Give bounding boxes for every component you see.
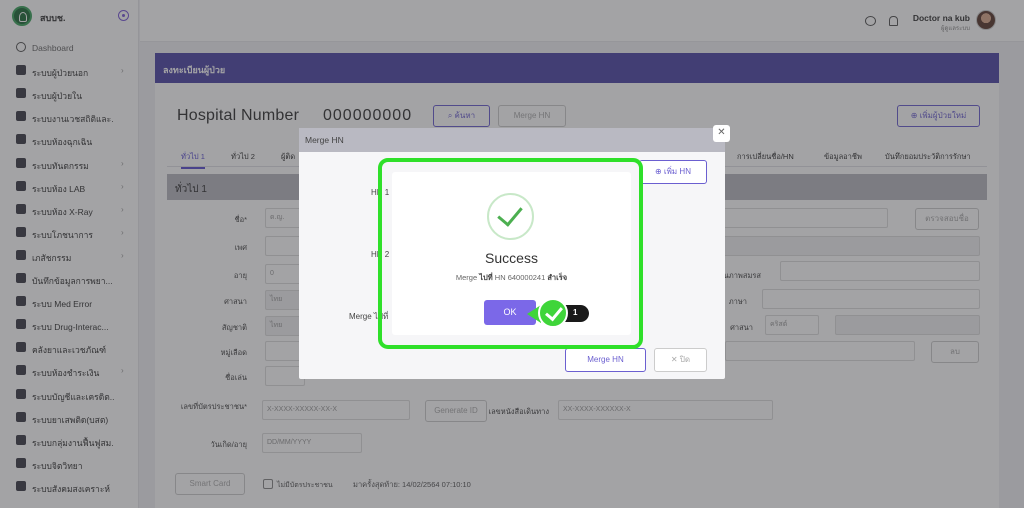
success-dialog: Success Merge ไปที่ HN 640000241 สำเร็จ … (392, 172, 631, 335)
step-check-icon (538, 298, 568, 328)
merge-modal-header: Merge HN (299, 128, 725, 152)
add-hn-button[interactable]: ⊕ เพิ่ม HN (639, 160, 707, 184)
msg-bold-1: ไปที่ (479, 273, 493, 282)
success-message: Merge ไปที่ HN 640000241 สำเร็จ (392, 272, 631, 284)
merge-cancel-button[interactable]: ✕ ปิด (654, 348, 707, 372)
msg-prefix: Merge (455, 273, 478, 282)
merge-hn-confirm-button[interactable]: Merge HN (565, 348, 646, 372)
success-title: Success (485, 250, 538, 266)
msg-bold-2: สำเร็จ (547, 273, 568, 282)
step-number: 1 (573, 308, 578, 317)
success-check-icon (487, 193, 534, 240)
merge-modal-title: Merge HN (305, 135, 344, 145)
merge-close-icon[interactable]: ✕ (713, 125, 730, 142)
msg-middle: HN 640000241 (494, 273, 546, 282)
